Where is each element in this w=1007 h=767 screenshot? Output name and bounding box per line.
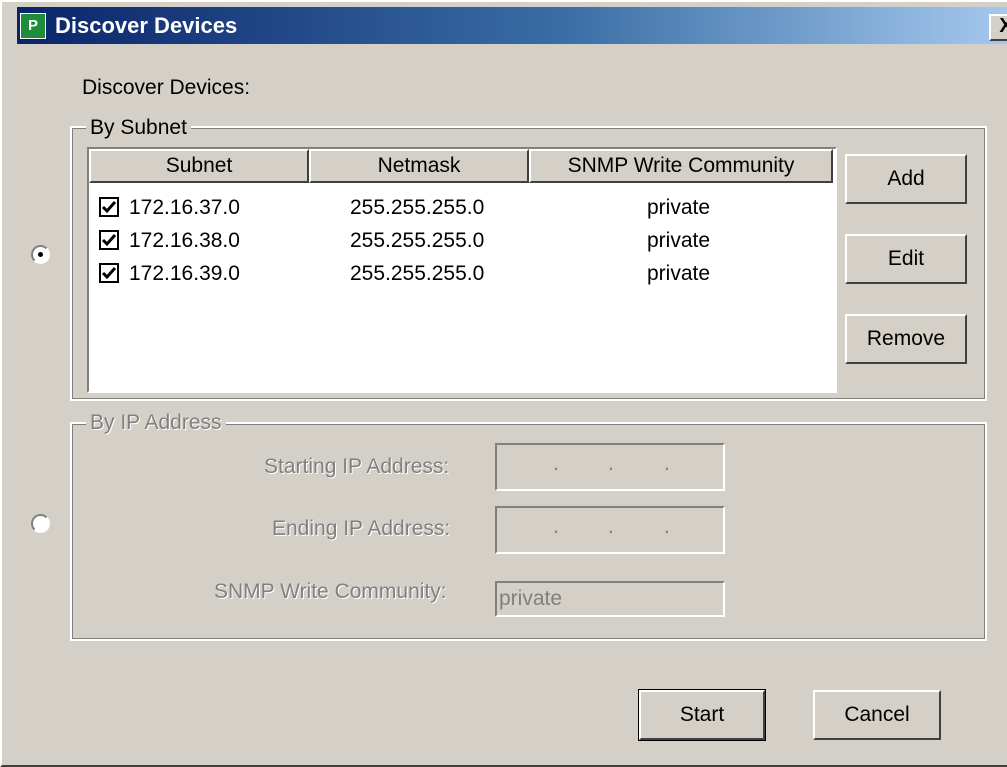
ip-separator: .: [608, 452, 614, 475]
ip-separator: .: [553, 452, 559, 475]
starting-ip-field[interactable]: . . .: [495, 443, 725, 491]
snmp-community-label: SNMP Write Community:: [214, 580, 447, 603]
table-row[interactable]: 172.16.39.0 255.255.255.0 private: [89, 257, 829, 290]
start-button[interactable]: Start: [638, 689, 766, 741]
ip-separator: .: [608, 515, 614, 538]
ip-separator: .: [553, 515, 559, 538]
starting-ip-label: Starting IP Address:: [264, 455, 450, 478]
edit-button[interactable]: Edit: [845, 234, 967, 284]
dialog-heading: Discover Devices:: [82, 76, 251, 99]
remove-button[interactable]: Remove: [845, 314, 967, 364]
snmp-community-value: private: [499, 587, 563, 610]
title-bar[interactable]: P Discover Devices X: [17, 7, 1007, 44]
discover-devices-dialog: P Discover Devices X Discover Devices: B…: [0, 0, 1007, 767]
by-subnet-group-title: By Subnet: [86, 116, 191, 140]
radio-selected-dot: [38, 252, 43, 257]
ending-ip-field[interactable]: . . .: [495, 506, 725, 554]
row-checkbox[interactable]: [99, 263, 119, 283]
check-icon: [101, 201, 117, 214]
ip-separator: .: [664, 452, 670, 475]
cell-subnet: 172.16.37.0: [129, 196, 240, 219]
cell-netmask: 255.255.255.0: [350, 196, 485, 219]
cell-subnet: 172.16.38.0: [129, 229, 240, 252]
column-header-subnet[interactable]: Subnet: [89, 149, 309, 183]
subnet-list[interactable]: Subnet Netmask SNMP Write Community 172.…: [87, 147, 837, 393]
cell-community: private: [647, 262, 711, 285]
by-ip-address-radio[interactable]: [31, 514, 50, 533]
column-header-snmp-community[interactable]: SNMP Write Community: [529, 149, 833, 183]
cell-community: private: [647, 229, 711, 252]
table-row[interactable]: 172.16.38.0 255.255.255.0 private: [89, 224, 829, 257]
check-icon: [101, 267, 117, 280]
table-row[interactable]: 172.16.37.0 255.255.255.0 private: [89, 191, 829, 224]
close-button[interactable]: X: [989, 14, 1007, 41]
by-subnet-radio[interactable]: [31, 245, 50, 264]
ending-ip-label: Ending IP Address:: [272, 517, 451, 540]
column-header-netmask[interactable]: Netmask: [309, 149, 529, 183]
ip-separator: .: [664, 515, 670, 538]
check-icon: [101, 234, 117, 247]
cell-subnet: 172.16.39.0: [129, 262, 240, 285]
by-ip-address-group-title: By IP Address: [86, 411, 226, 435]
row-checkbox[interactable]: [99, 230, 119, 250]
cancel-button[interactable]: Cancel: [813, 690, 941, 740]
cell-community: private: [647, 196, 711, 219]
add-button[interactable]: Add: [845, 154, 967, 204]
snmp-community-field[interactable]: private: [495, 581, 725, 617]
cell-netmask: 255.255.255.0: [350, 229, 485, 252]
cell-netmask: 255.255.255.0: [350, 262, 485, 285]
app-icon: P: [20, 13, 46, 39]
window-title: Discover Devices: [55, 13, 238, 38]
row-checkbox[interactable]: [99, 197, 119, 217]
